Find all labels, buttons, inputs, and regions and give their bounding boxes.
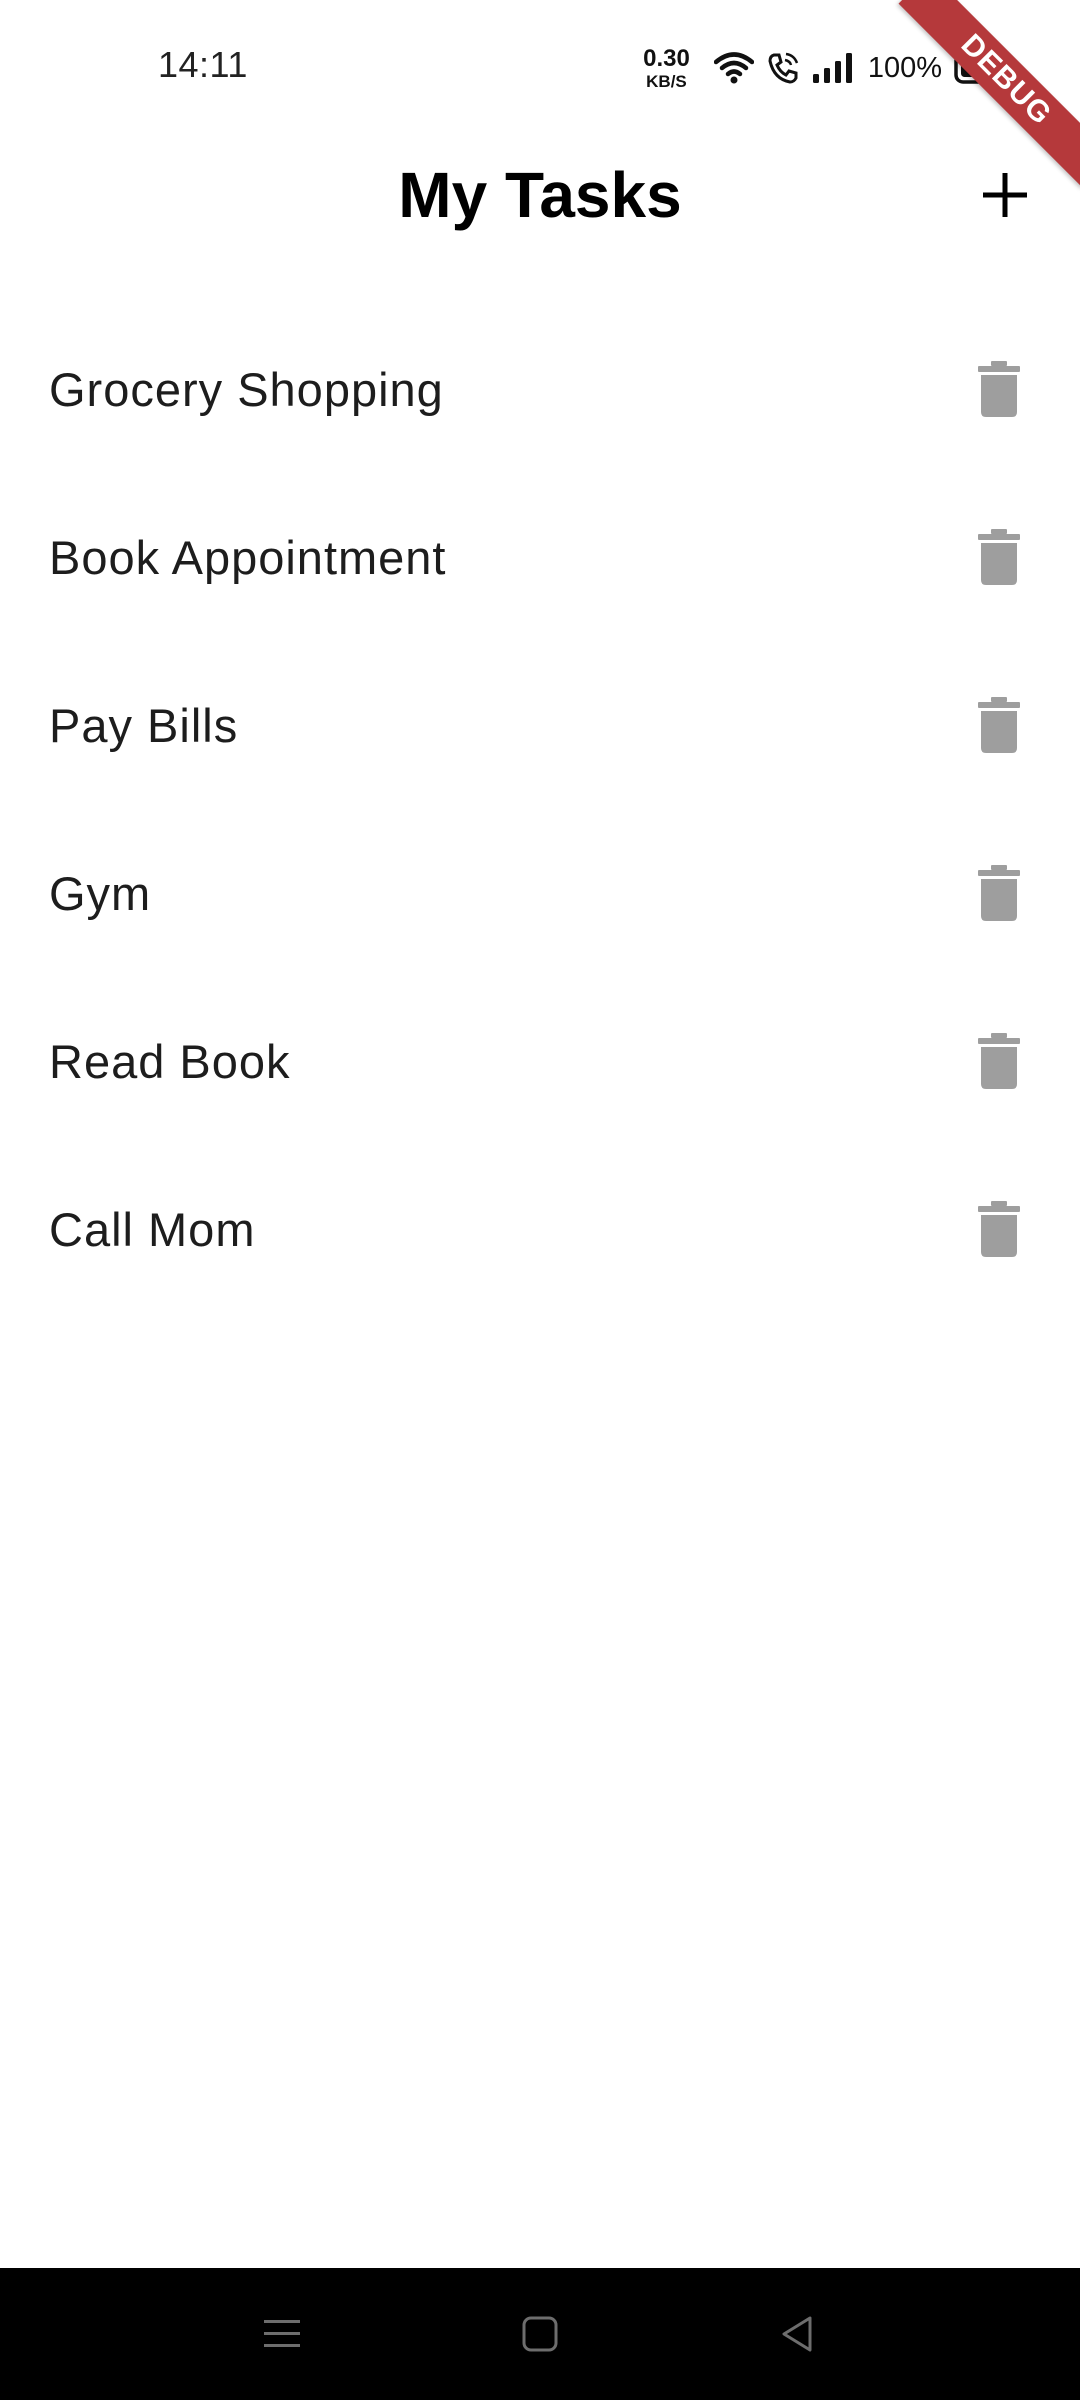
status-time: 14:11 [158, 44, 248, 85]
trash-icon [978, 529, 1020, 585]
list-item[interactable]: Pay Bills [0, 641, 1080, 809]
trash-icon [978, 1201, 1020, 1257]
delete-task-button[interactable] [958, 1020, 1040, 1102]
trash-icon [978, 865, 1020, 921]
list-item[interactable]: Grocery Shopping [0, 305, 1080, 473]
system-navigation-bar [0, 2268, 1080, 2400]
delete-task-button[interactable] [958, 684, 1040, 766]
menu-icon [264, 2320, 300, 2347]
app-bar: My Tasks [0, 130, 1080, 260]
status-bar: 14:11 0.30 KB/S 100% DEBUG [0, 0, 1080, 188]
task-label: Book Appointment [49, 530, 447, 584]
wifi-icon [713, 51, 754, 85]
add-task-button[interactable] [960, 150, 1050, 240]
signal-icon [812, 52, 854, 84]
task-label: Read Book [49, 1034, 291, 1088]
list-item[interactable]: Gym [0, 809, 1080, 977]
plus-icon [983, 173, 1027, 217]
task-label: Pay Bills [49, 698, 239, 752]
trash-icon [978, 1033, 1020, 1089]
delete-task-button[interactable] [958, 1188, 1040, 1270]
trash-icon [978, 361, 1020, 417]
delete-task-button[interactable] [958, 852, 1040, 934]
delete-task-button[interactable] [958, 348, 1040, 430]
home-icon [522, 2316, 558, 2352]
delete-task-button[interactable] [958, 516, 1040, 598]
network-speed-value: 0.30 [643, 44, 690, 72]
task-label: Gym [49, 866, 152, 920]
list-item[interactable]: Read Book [0, 977, 1080, 1145]
list-item[interactable]: Call Mom [0, 1145, 1080, 1313]
network-speed: 0.30 KB/S [643, 44, 690, 91]
task-label: Call Mom [49, 1202, 256, 1256]
battery-percent: 100% [867, 51, 942, 84]
back-button[interactable] [766, 2302, 830, 2366]
page-title: My Tasks [398, 159, 682, 231]
task-list: Grocery Shopping Book Appointment Pay Bi… [0, 305, 1080, 1313]
back-icon [782, 2316, 812, 2352]
network-speed-unit: KB/S [646, 71, 687, 91]
home-button[interactable] [508, 2302, 572, 2366]
trash-icon [978, 697, 1020, 753]
task-label: Grocery Shopping [49, 362, 444, 416]
list-item[interactable]: Book Appointment [0, 473, 1080, 641]
screen: 14:11 0.30 KB/S 100% DEBUG My Tasks Groc… [0, 0, 1080, 2400]
recents-button[interactable] [250, 2302, 314, 2366]
wifi-calling-icon [766, 51, 800, 85]
